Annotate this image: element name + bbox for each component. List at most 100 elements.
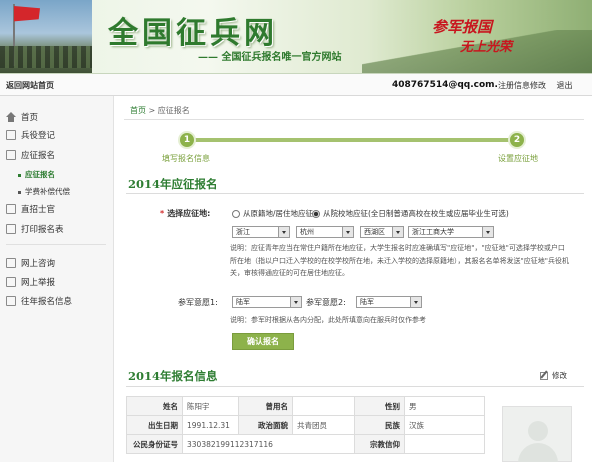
sidebar-item-online-report[interactable]: 网上举报 xyxy=(6,275,55,289)
radio-school-label: 从院校地应征(全日制普通高校在校生或应届毕业生可选) xyxy=(323,209,509,218)
sidebar-item-label: 首页 xyxy=(21,113,39,123)
confirm-enlist-button[interactable]: 确认报名 xyxy=(232,333,294,350)
sidebar-subitem-tuition[interactable]: 学费补偿代偿 xyxy=(18,186,70,197)
avatar-placeholder xyxy=(502,406,572,462)
step-2-label: 设置应征地 xyxy=(498,154,538,163)
radio-circle-selected[interactable] xyxy=(312,210,320,218)
section-divider xyxy=(126,193,584,194)
table-key: 姓名 xyxy=(126,396,183,416)
register-info-link[interactable]: 注册信息修改 xyxy=(498,81,546,90)
logout-link[interactable]: 退出 xyxy=(557,81,573,90)
district-select[interactable]: 西湖区 xyxy=(360,226,404,238)
breadcrumb: 首页 > 应征报名 xyxy=(130,105,190,116)
sidebar-subitem-label: 应征报名 xyxy=(25,170,55,179)
main-content: 首页 > 应征报名 1 2 填写报名信息 设置应征地 2014年应征报名 * 选择… xyxy=(114,96,592,462)
city-select-value: 杭州 xyxy=(300,228,314,236)
intent2-label: 参军意愿2: xyxy=(306,298,346,307)
intent2-select[interactable]: 陆军 xyxy=(356,296,422,308)
sidebar-item-label: 直招士官 xyxy=(21,205,56,215)
breadcrumb-separator: > xyxy=(148,106,156,115)
required-mark: * xyxy=(160,209,165,218)
step-progress-bar xyxy=(186,138,518,142)
table-value xyxy=(404,434,485,454)
print-icon xyxy=(6,224,16,234)
table-value xyxy=(292,396,355,416)
place-label: * 选择应征地: xyxy=(160,208,210,219)
table-key: 曾用名 xyxy=(238,396,293,416)
table-value: 男 xyxy=(404,396,485,416)
chevron-down-icon xyxy=(294,301,298,304)
sidebar-item-home[interactable]: 首页 xyxy=(6,110,38,124)
report-icon xyxy=(6,277,16,287)
table-key: 公民身份证号 xyxy=(126,434,183,454)
intent1-select[interactable]: 陆军 xyxy=(232,296,302,308)
chevron-down-icon xyxy=(486,231,490,234)
chat-icon xyxy=(6,258,16,268)
sidebar-subitem-enlist[interactable]: 应征报名 xyxy=(18,169,55,180)
enlist-section-title: 2014年应征报名 xyxy=(128,177,218,191)
intent-note: 说明：参军时根据从各内分配，此处所填意向在服兵时仅作参考 xyxy=(230,316,426,324)
return-home-link[interactable]: 返回网站首页 xyxy=(6,80,54,91)
sidebar-subitem-label: 学费补偿代偿 xyxy=(25,187,70,196)
intent2-select-value: 陆军 xyxy=(360,298,374,306)
bullet-icon xyxy=(18,190,21,194)
sidebar-item-military-register[interactable]: 兵役登记 xyxy=(6,128,55,142)
site-title: 全国征兵网 xyxy=(108,16,278,51)
intent1-label: 参军意愿1: xyxy=(178,298,218,307)
sidebar-item-label: 网上咨询 xyxy=(21,259,56,269)
table-value: 陈阳宇 xyxy=(182,396,239,416)
chevron-down-icon xyxy=(282,231,286,234)
form-icon xyxy=(6,150,16,160)
table-key: 宗教信仰 xyxy=(354,434,405,454)
province-select[interactable]: 浙江 xyxy=(232,226,290,238)
table-key: 民族 xyxy=(354,415,405,435)
radio-school[interactable]: 从院校地应征(全日制普通高校在校生或应届毕业生可选) xyxy=(312,208,509,219)
home-icon xyxy=(6,112,16,122)
place-note: 说明：应征青年应当在常住户籍所在地应征，大学生报名时应准确填写"应征地"，"应征… xyxy=(230,244,569,277)
radio-hometown-label: 从原籍地/居住地应征 xyxy=(243,209,314,218)
table-key: 政治面貌 xyxy=(238,415,293,435)
step-2-marker: 2 xyxy=(508,131,526,149)
breadcrumb-divider xyxy=(124,119,584,120)
sidebar-item-label: 兵役登记 xyxy=(21,131,56,141)
list-icon xyxy=(6,296,16,306)
province-select-value: 浙江 xyxy=(236,228,250,236)
city-select[interactable]: 杭州 xyxy=(296,226,354,238)
table-key: 性别 xyxy=(354,396,405,416)
radio-circle[interactable] xyxy=(232,210,240,218)
sidebar-item-enlist[interactable]: 应征报名 xyxy=(6,148,55,162)
document-icon xyxy=(6,130,16,140)
user-email: 408767514@qq.com. xyxy=(392,80,498,90)
district-select-value: 西湖区 xyxy=(364,228,385,236)
step-1-marker: 1 xyxy=(178,131,196,149)
bullet-icon xyxy=(18,173,21,177)
school-select-value: 浙江工商大学 xyxy=(412,228,454,236)
breadcrumb-home[interactable]: 首页 xyxy=(130,106,146,115)
radio-hometown[interactable]: 从原籍地/居住地应征 xyxy=(232,208,313,219)
step-1-label: 填写报名信息 xyxy=(162,154,210,163)
avatar-body-icon xyxy=(518,443,558,462)
sidebar-item-print-form[interactable]: 打印报名表 xyxy=(6,222,64,236)
sidebar-item-label: 网上举报 xyxy=(21,278,56,288)
site-banner: 全国征兵网 —— 全国征兵报名唯一官方网站 参军报国 无上光荣 xyxy=(0,0,592,74)
place-label-text: 选择应征地: xyxy=(167,209,211,218)
slogan-line-1: 参军报国 xyxy=(432,18,493,36)
sidebar: 首页 兵役登记 应征报名 应征报名 学费补偿代偿 直招士官 打印报名表 网上咨询… xyxy=(0,96,114,462)
slogan: 参军报国 无上光荣 xyxy=(432,14,548,60)
sidebar-item-direct-recruit[interactable]: 直招士官 xyxy=(6,202,55,216)
breadcrumb-current: 应征报名 xyxy=(157,106,190,115)
slogan-line-2: 无上光荣 xyxy=(460,40,513,55)
school-select[interactable]: 浙江工商大学 xyxy=(408,226,494,238)
edit-info-label: 修改 xyxy=(552,371,567,380)
section-divider xyxy=(126,386,584,387)
edit-icon xyxy=(540,371,548,380)
soldiers-row xyxy=(0,46,92,68)
sidebar-item-past-info[interactable]: 往年报名信息 xyxy=(6,294,72,308)
sidebar-item-label: 往年报名信息 xyxy=(21,297,73,307)
site-subtitle: —— 全国征兵报名唯一官方网站 xyxy=(198,52,342,63)
sidebar-item-online-consult[interactable]: 网上咨询 xyxy=(6,256,55,270)
soldiers-image xyxy=(0,0,92,73)
table-value: 1991.12.31 xyxy=(182,415,239,435)
edit-info-button[interactable]: 修改 xyxy=(540,370,567,381)
intent1-select-value: 陆军 xyxy=(236,298,250,306)
